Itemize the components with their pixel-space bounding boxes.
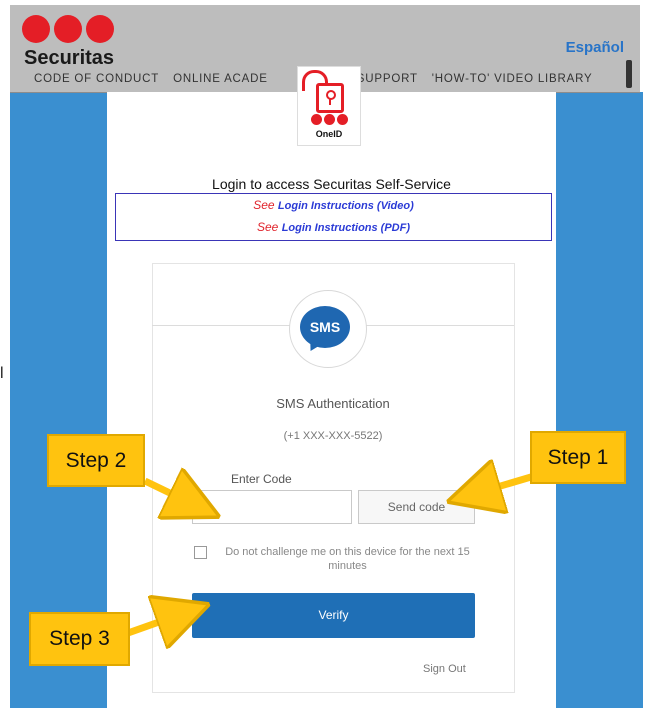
callout-arrows <box>126 0 532 708</box>
step3-callout: Step 3 <box>29 612 130 666</box>
step3-arrow <box>126 611 190 633</box>
step1-arrow <box>467 477 532 496</box>
step1-callout: Step 1 <box>530 431 626 484</box>
step2-arrow <box>143 481 201 508</box>
step2-callout: Step 2 <box>47 434 145 487</box>
